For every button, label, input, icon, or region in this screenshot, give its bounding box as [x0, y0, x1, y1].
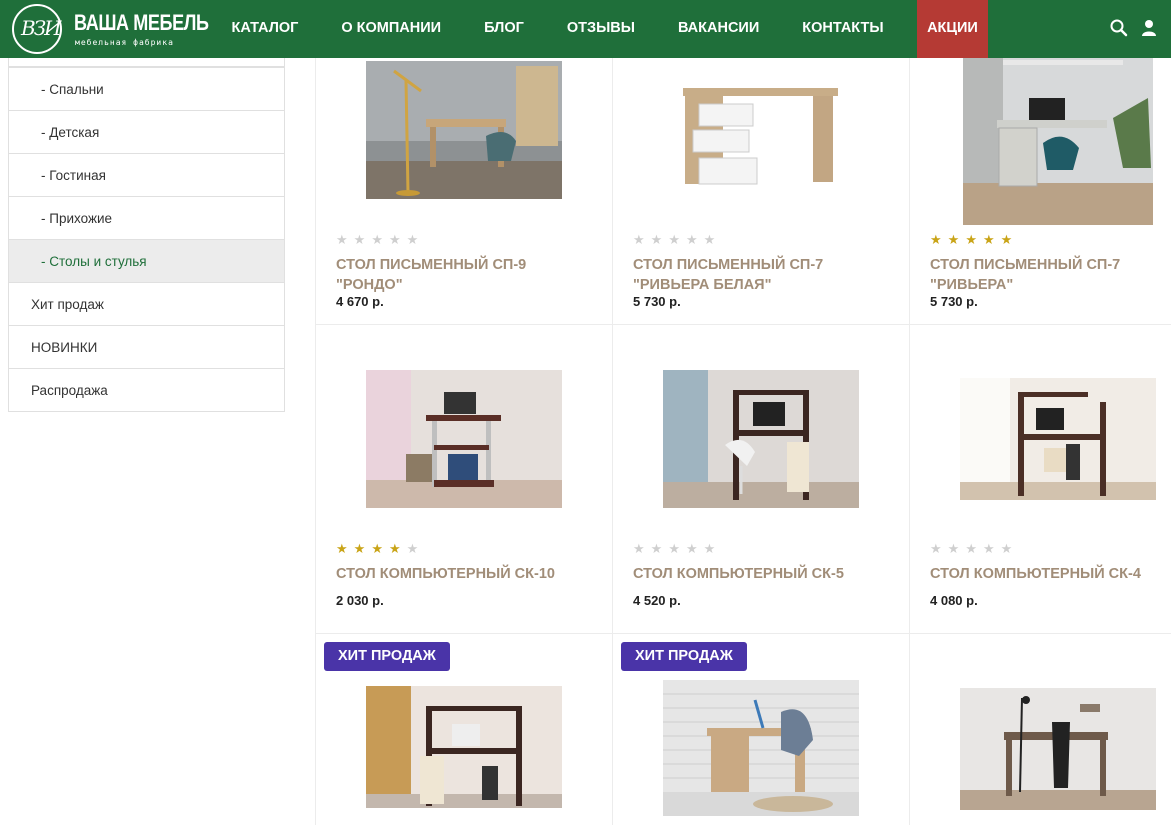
product-card[interactable]: ★★★★★ СТОЛ КОМПЬЮТЕРНЫЙ СК-4 4 080 р.: [909, 325, 1171, 633]
star-icon[interactable]: ★: [948, 232, 966, 247]
search-icon[interactable]: [1109, 18, 1129, 38]
product-image[interactable]: [366, 61, 562, 199]
catalog-sidebar: - Спальни - Детская - Гостиная - Прихожи…: [8, 58, 285, 412]
star-icon[interactable]: ★: [686, 541, 704, 556]
product-image[interactable]: [663, 370, 859, 508]
product-price: 4 670 р.: [336, 294, 384, 309]
product-name[interactable]: СТОЛ ПИСЬМЕННЫЙ СП-9 "РОНДО": [336, 255, 596, 295]
product-name[interactable]: СТОЛ ПИСЬМЕННЫЙ СП-7 "РИВЬЕРА": [930, 255, 1171, 295]
logo-emblem: ВЗИ: [12, 4, 62, 54]
product-card[interactable]: [909, 642, 1171, 825]
product-card[interactable]: ★★★★★ СТОЛ КОМПЬЮТЕРНЫЙ СК-5 4 520 р.: [612, 325, 909, 633]
product-name[interactable]: СТОЛ КОМПЬЮТЕРНЫЙ СК-4: [930, 564, 1171, 584]
star-icon[interactable]: ★: [1001, 232, 1019, 247]
product-image[interactable]: [960, 378, 1156, 500]
sidebar-item-sale[interactable]: Распродажа: [9, 368, 284, 411]
rating-stars: ★★★★★: [633, 232, 721, 248]
product-price: 2 030 р.: [336, 593, 384, 608]
nav-catalog[interactable]: КАТАЛОГ: [210, 0, 320, 58]
product-image[interactable]: [366, 686, 562, 808]
product-image[interactable]: [366, 370, 562, 508]
sidebar-item-partial: [9, 58, 284, 67]
star-icon[interactable]: ★: [354, 541, 372, 556]
star-icon[interactable]: ★: [930, 232, 948, 247]
product-grid: ★★★★★ СТОЛ ПИСЬМЕННЫЙ СП-9 "РОНДО" 4 670…: [315, 58, 1171, 825]
product-name[interactable]: СТОЛ КОМПЬЮТЕРНЫЙ СК-10: [336, 564, 596, 584]
sidebar-item-kids[interactable]: - Детская: [9, 110, 284, 153]
nav-blog[interactable]: БЛОГ: [463, 0, 546, 58]
main-nav: КАТАЛОГ О КОМПАНИИ БЛОГ ОТЗЫВЫ ВАКАНСИИ …: [210, 0, 988, 58]
star-icon[interactable]: ★: [651, 232, 669, 247]
logo-mark: ВЗИ: [21, 16, 62, 40]
product-price: 5 730 р.: [633, 294, 681, 309]
star-icon[interactable]: ★: [389, 541, 407, 556]
user-icon[interactable]: [1139, 18, 1159, 38]
product-name[interactable]: СТОЛ ПИСЬМЕННЫЙ СП-7 "РИВЬЕРА БЕЛАЯ": [633, 255, 893, 295]
star-icon[interactable]: ★: [407, 541, 425, 556]
star-icon[interactable]: ★: [336, 541, 354, 556]
star-icon[interactable]: ★: [633, 232, 651, 247]
star-icon[interactable]: ★: [1001, 541, 1019, 556]
star-icon[interactable]: ★: [983, 541, 1001, 556]
rating-stars: ★★★★★: [633, 541, 721, 557]
product-price: 5 730 р.: [930, 294, 978, 309]
product-image[interactable]: [963, 58, 1153, 225]
product-card[interactable]: ★★★★★ СТОЛ КОМПЬЮТЕРНЫЙ СК-10 2 030 р.: [315, 325, 612, 633]
nav-vacancies[interactable]: ВАКАНСИИ: [656, 0, 780, 58]
star-icon[interactable]: ★: [651, 541, 669, 556]
product-price: 4 080 р.: [930, 593, 978, 608]
rating-stars: ★★★★★: [336, 232, 424, 248]
star-icon[interactable]: ★: [371, 541, 389, 556]
star-icon[interactable]: ★: [336, 232, 354, 247]
grid-divider: [315, 633, 1171, 634]
bestseller-badge: ХИТ ПРОДАЖ: [621, 642, 747, 671]
star-icon[interactable]: ★: [704, 232, 722, 247]
logo-title: ВАША МЕБЕЛЬ: [74, 10, 209, 35]
product-name[interactable]: СТОЛ КОМПЬЮТЕРНЫЙ СК-5: [633, 564, 893, 584]
product-image[interactable]: [663, 680, 859, 816]
product-price: 4 520 р.: [633, 593, 681, 608]
nav-promo[interactable]: АКЦИИ: [917, 0, 988, 58]
nav-reviews[interactable]: ОТЗЫВЫ: [545, 0, 656, 58]
rating-stars: ★★★★★: [930, 232, 1018, 248]
logo[interactable]: ВЗИ ВАША МЕБЕЛЬ мебельная фабрика: [12, 4, 212, 54]
product-card[interactable]: ХИТ ПРОДАЖ: [612, 642, 909, 825]
nav-contacts[interactable]: КОНТАКТЫ: [781, 0, 905, 58]
sidebar-item-bestsellers[interactable]: Хит продаж: [9, 282, 284, 325]
star-icon[interactable]: ★: [389, 232, 407, 247]
star-icon[interactable]: ★: [354, 232, 372, 247]
star-icon[interactable]: ★: [668, 232, 686, 247]
product-card[interactable]: ★★★★★ СТОЛ ПИСЬМЕННЫЙ СП-9 "РОНДО" 4 670…: [315, 58, 612, 324]
sidebar-item-hallways[interactable]: - Прихожие: [9, 196, 284, 239]
star-icon[interactable]: ★: [965, 232, 983, 247]
rating-stars: ★★★★★: [930, 541, 1018, 557]
product-image[interactable]: [960, 688, 1156, 810]
sidebar-item-living-room[interactable]: - Гостиная: [9, 153, 284, 196]
product-card[interactable]: ХИТ ПРОДАЖ: [315, 642, 612, 825]
star-icon[interactable]: ★: [930, 541, 948, 556]
product-card[interactable]: ★★★★★ СТОЛ ПИСЬМЕННЫЙ СП-7 "РИВЬЕРА" 5 7…: [909, 58, 1171, 324]
sidebar-item-tables-chairs[interactable]: - Столы и стулья: [9, 239, 284, 282]
product-image[interactable]: [663, 78, 859, 194]
product-card[interactable]: ★★★★★ СТОЛ ПИСЬМЕННЫЙ СП-7 "РИВЬЕРА БЕЛА…: [612, 58, 909, 324]
star-icon[interactable]: ★: [407, 232, 425, 247]
sidebar-item-new[interactable]: НОВИНКИ: [9, 325, 284, 368]
logo-subtitle: мебельная фабрика: [75, 38, 174, 47]
star-icon[interactable]: ★: [633, 541, 651, 556]
star-icon[interactable]: ★: [948, 541, 966, 556]
star-icon[interactable]: ★: [686, 232, 704, 247]
star-icon[interactable]: ★: [704, 541, 722, 556]
rating-stars: ★★★★★: [336, 541, 424, 557]
nav-about[interactable]: О КОМПАНИИ: [320, 0, 463, 58]
star-icon[interactable]: ★: [983, 232, 1001, 247]
star-icon[interactable]: ★: [965, 541, 983, 556]
bestseller-badge: ХИТ ПРОДАЖ: [324, 642, 450, 671]
sidebar-item-bedrooms[interactable]: - Спальни: [9, 67, 284, 110]
site-header: ВЗИ ВАША МЕБЕЛЬ мебельная фабрика КАТАЛО…: [0, 0, 1171, 58]
star-icon[interactable]: ★: [371, 232, 389, 247]
star-icon[interactable]: ★: [668, 541, 686, 556]
